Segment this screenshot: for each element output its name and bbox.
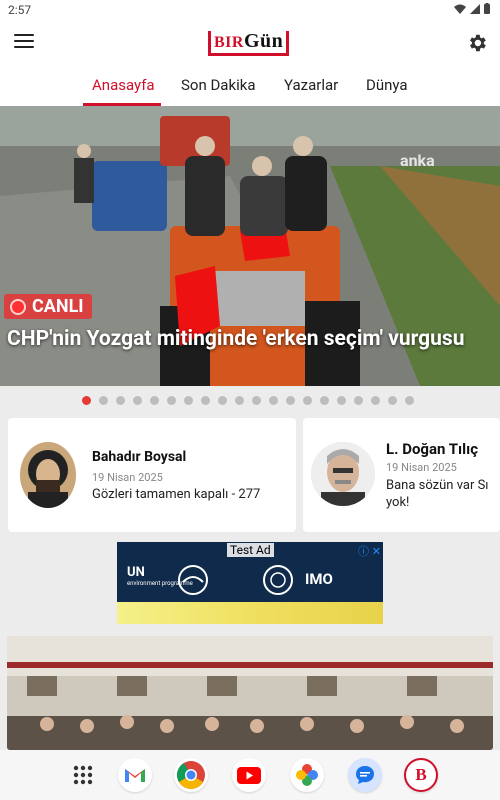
hero-slider[interactable]: anka CANLI CHP'nin Yozgat mitinginde 'er…	[0, 106, 500, 386]
slider-dot[interactable]	[269, 396, 278, 405]
app-dock: B	[0, 750, 500, 800]
tab-anasayfa[interactable]: Anasayfa	[92, 76, 155, 94]
slider-dot[interactable]	[150, 396, 159, 405]
gear-icon[interactable]	[466, 32, 488, 54]
author-name: Bahadır Boysal	[92, 449, 187, 465]
slider-dot[interactable]	[405, 396, 414, 405]
slider-dot[interactable]	[184, 396, 193, 405]
clock: 2:57	[8, 3, 32, 17]
slider-dot[interactable]	[235, 396, 244, 405]
status-bar: 2:57	[0, 0, 500, 22]
slider-dot[interactable]	[320, 396, 329, 405]
hamburger-menu-icon[interactable]	[14, 34, 34, 52]
author-avatar	[311, 442, 375, 506]
ad-stripe	[117, 602, 383, 624]
mediterranean-emblem-icon	[178, 565, 208, 595]
app-bar: BIRGün	[0, 22, 500, 66]
imo-logo: IMO	[305, 570, 333, 588]
photo-watermark: anka	[400, 151, 435, 170]
photos-icon[interactable]	[290, 758, 324, 792]
signal-icon	[470, 3, 480, 14]
slider-dot[interactable]	[99, 396, 108, 405]
hero-headline[interactable]: CHP'nin Yozgat mitinginde 'erken seçim' …	[7, 326, 487, 352]
slider-dots	[82, 396, 414, 405]
slider-dot[interactable]	[252, 396, 261, 405]
slider-dot[interactable]	[82, 396, 91, 405]
youtube-icon[interactable]	[232, 758, 266, 792]
author-name: L. Doğan Tılıç	[386, 440, 479, 458]
ad-label: Test Ad	[227, 543, 274, 557]
article-title: Gözleri tamamen kapalı - 277	[92, 487, 261, 502]
slider-dot[interactable]	[133, 396, 142, 405]
apps-grid-icon[interactable]	[66, 758, 100, 792]
gmail-icon[interactable]	[118, 758, 152, 792]
live-badge-label: CANLI	[32, 296, 84, 317]
slider-dot[interactable]	[354, 396, 363, 405]
article-title: Bana sözün var Sı yok!	[386, 478, 489, 510]
slider-dot[interactable]	[303, 396, 312, 405]
wifi-icon	[454, 4, 466, 14]
slider-dot[interactable]	[337, 396, 346, 405]
birgun-logo[interactable]: BIRGün	[208, 31, 290, 56]
tab-son-dakika[interactable]: Son Dakika	[181, 76, 255, 94]
live-dot-icon	[10, 298, 26, 315]
slider-dot[interactable]	[388, 396, 397, 405]
chrome-icon[interactable]	[174, 758, 208, 792]
slider-dot[interactable]	[371, 396, 380, 405]
un-emblem-icon	[263, 565, 293, 595]
author-date: 19 Nisan 2025	[92, 471, 163, 484]
tab-yazarlar[interactable]: Yazarlar	[284, 76, 338, 94]
slider-dot[interactable]	[201, 396, 210, 405]
news-thumbnail[interactable]	[7, 636, 493, 750]
ad-close-icon[interactable]: ⓘ ✕	[358, 543, 381, 559]
slider-dot[interactable]	[116, 396, 125, 405]
slider-dot[interactable]	[167, 396, 176, 405]
author-card[interactable]: L. Doğan Tılıç 19 Nisan 2025 Bana sözün …	[303, 418, 500, 532]
birgun-app-icon[interactable]: B	[404, 758, 438, 792]
advertisement-banner[interactable]: Test Ad ⓘ ✕ UN environment programme IMO	[117, 542, 383, 624]
category-tabs: Anasayfa Son Dakika Yazarlar Dünya	[0, 66, 500, 106]
battery-icon	[484, 3, 490, 14]
author-card[interactable]: Bahadır Boysal 19 Nisan 2025 Gözleri tam…	[8, 418, 296, 532]
slider-dot[interactable]	[286, 396, 295, 405]
tab-dunya[interactable]: Dünya	[366, 76, 408, 94]
messages-icon[interactable]	[348, 758, 382, 792]
status-icons	[454, 3, 490, 14]
slider-dot[interactable]	[218, 396, 227, 405]
author-avatar	[20, 442, 76, 508]
live-badge: CANLI	[4, 294, 92, 319]
author-date: 19 Nisan 2025	[386, 461, 457, 474]
